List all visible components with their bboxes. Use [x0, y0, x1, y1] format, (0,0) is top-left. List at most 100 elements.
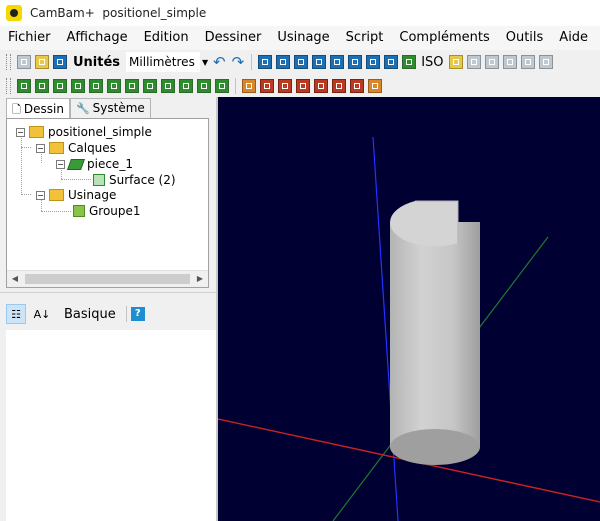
redo-icon[interactable]: ↷: [232, 53, 245, 71]
engrave-op-icon[interactable]: [296, 79, 310, 93]
document-name: positionel_simple: [102, 6, 207, 20]
tree-line: [21, 147, 31, 148]
grid-icon[interactable]: [258, 55, 273, 69]
drill-op-icon[interactable]: [278, 79, 292, 93]
save-icon[interactable]: [53, 55, 67, 69]
menu-usinage[interactable]: Usinage: [269, 26, 337, 50]
collapse-icon[interactable]: −: [16, 127, 25, 137]
menu-affichage[interactable]: Affichage: [59, 26, 136, 50]
pocket-op-icon[interactable]: [260, 79, 274, 93]
layer-icon: [66, 158, 86, 170]
surface-icon[interactable]: [161, 79, 175, 93]
rotate-view-icon[interactable]: [402, 55, 417, 69]
cambam-logo-icon: [6, 5, 22, 21]
view-back-icon[interactable]: [366, 55, 381, 69]
tree-node-surface[interactable]: Surface (2): [93, 172, 176, 188]
chevron-down-icon[interactable]: ▼: [200, 58, 210, 67]
3d-viewport[interactable]: [218, 97, 600, 521]
collapse-icon[interactable]: −: [36, 190, 45, 200]
3d-scene: [218, 136, 600, 521]
view-top-icon[interactable]: [330, 55, 345, 69]
draw-toolbar: [0, 76, 600, 96]
tree-node-groupe[interactable]: Groupe1: [73, 203, 141, 219]
extrude-icon[interactable]: [197, 79, 211, 93]
help-icon[interactable]: ?: [130, 307, 145, 321]
region-icon[interactable]: [143, 79, 157, 93]
document-icon: 🗋: [12, 102, 21, 116]
tree-calques-label: Calques: [68, 141, 116, 155]
menu-complements[interactable]: Compléments: [391, 26, 497, 50]
snap-grid-icon[interactable]: [276, 55, 291, 69]
polyline-icon[interactable]: [71, 79, 85, 93]
cube-shaded-icon[interactable]: [448, 55, 463, 69]
toolbar-separator: [251, 54, 253, 70]
open-folder-icon[interactable]: [35, 55, 49, 69]
iso-view-button[interactable]: ISO: [421, 55, 443, 70]
horizontal-scrollbar[interactable]: ◀ ▶: [7, 270, 208, 287]
tree-line: [21, 194, 31, 195]
menu-fichier[interactable]: Fichier: [0, 26, 59, 50]
scroll-left-icon[interactable]: ◀: [7, 271, 23, 287]
folder-icon: [49, 189, 64, 201]
tree-node-layer[interactable]: − piece_1: [56, 156, 133, 172]
gcode-icon[interactable]: [350, 79, 364, 93]
circle-icon[interactable]: [35, 79, 49, 93]
drawing-tree: − positionel_simple − Calques − piece_1 …: [6, 118, 209, 288]
operation-group-icon: [73, 205, 85, 217]
text-icon[interactable]: [89, 79, 103, 93]
folder-icon: [29, 126, 44, 138]
title-bar: CamBam+ positionel_simple: [0, 0, 600, 26]
tree-node-usinage[interactable]: − Usinage: [36, 187, 116, 203]
tree-usinage-label: Usinage: [68, 188, 117, 202]
part-cylinder[interactable]: [389, 200, 480, 465]
post-icon[interactable]: [368, 79, 382, 93]
tree-root-label: positionel_simple: [48, 125, 152, 139]
menu-dessiner[interactable]: Dessiner: [197, 26, 270, 50]
categorized-view-icon[interactable]: ☷: [6, 304, 26, 324]
hatch-icon[interactable]: [179, 79, 193, 93]
menu-script[interactable]: Script: [338, 26, 392, 50]
tree-node-root[interactable]: − positionel_simple: [16, 124, 152, 140]
point-icon[interactable]: [17, 79, 31, 93]
cube-left-icon[interactable]: [484, 55, 499, 69]
toolbar-grip[interactable]: [6, 54, 11, 70]
edit-icon[interactable]: [215, 79, 229, 93]
collapse-icon[interactable]: −: [36, 143, 45, 153]
lathe-op-icon[interactable]: [332, 79, 346, 93]
menu-outils[interactable]: Outils: [498, 26, 552, 50]
cube-right-icon[interactable]: [502, 55, 517, 69]
tree-surface-label: Surface (2): [109, 173, 176, 187]
view-left-icon[interactable]: [294, 55, 309, 69]
undo-icon[interactable]: ↶: [213, 53, 226, 71]
new-file-icon[interactable]: [17, 55, 31, 69]
units-label: Unités: [73, 54, 121, 70]
properties-grid: [6, 330, 217, 521]
rectangle-icon[interactable]: [53, 79, 67, 93]
tree-node-calques[interactable]: − Calques: [36, 140, 116, 156]
spline-icon[interactable]: [125, 79, 139, 93]
cube-top-icon[interactable]: [520, 55, 535, 69]
view-front-icon[interactable]: [312, 55, 327, 69]
cube-back-icon[interactable]: [538, 55, 553, 69]
menu-edition[interactable]: Edition: [136, 26, 197, 50]
scrollbar-thumb[interactable]: [25, 274, 190, 284]
scroll-right-icon[interactable]: ▶: [192, 271, 208, 287]
main-toolbar: Unités Millimètres ▼ ↶ ↷ ISO: [0, 50, 600, 74]
tree-line: [61, 179, 91, 180]
tree-group-label: Groupe1: [89, 204, 141, 218]
3d-op-icon[interactable]: [314, 79, 328, 93]
toolbar-grip[interactable]: [6, 78, 11, 94]
tab-systeme[interactable]: 🔧 Système: [69, 98, 151, 118]
view-bottom-icon[interactable]: [384, 55, 399, 69]
units-select[interactable]: Millimètres: [126, 52, 201, 72]
view-right-icon[interactable]: [348, 55, 363, 69]
collapse-icon[interactable]: −: [56, 159, 65, 169]
sort-alpha-icon[interactable]: A↓: [32, 304, 52, 324]
profile-op-icon[interactable]: [242, 79, 256, 93]
cube-front-icon[interactable]: [466, 55, 481, 69]
tab-dessin-label: Dessin: [23, 101, 64, 116]
arc-icon[interactable]: [107, 79, 121, 93]
tab-dessin[interactable]: 🗋 Dessin: [6, 98, 70, 119]
menu-aide[interactable]: Aide: [551, 26, 596, 50]
basic-mode-button[interactable]: Basique: [64, 307, 116, 322]
